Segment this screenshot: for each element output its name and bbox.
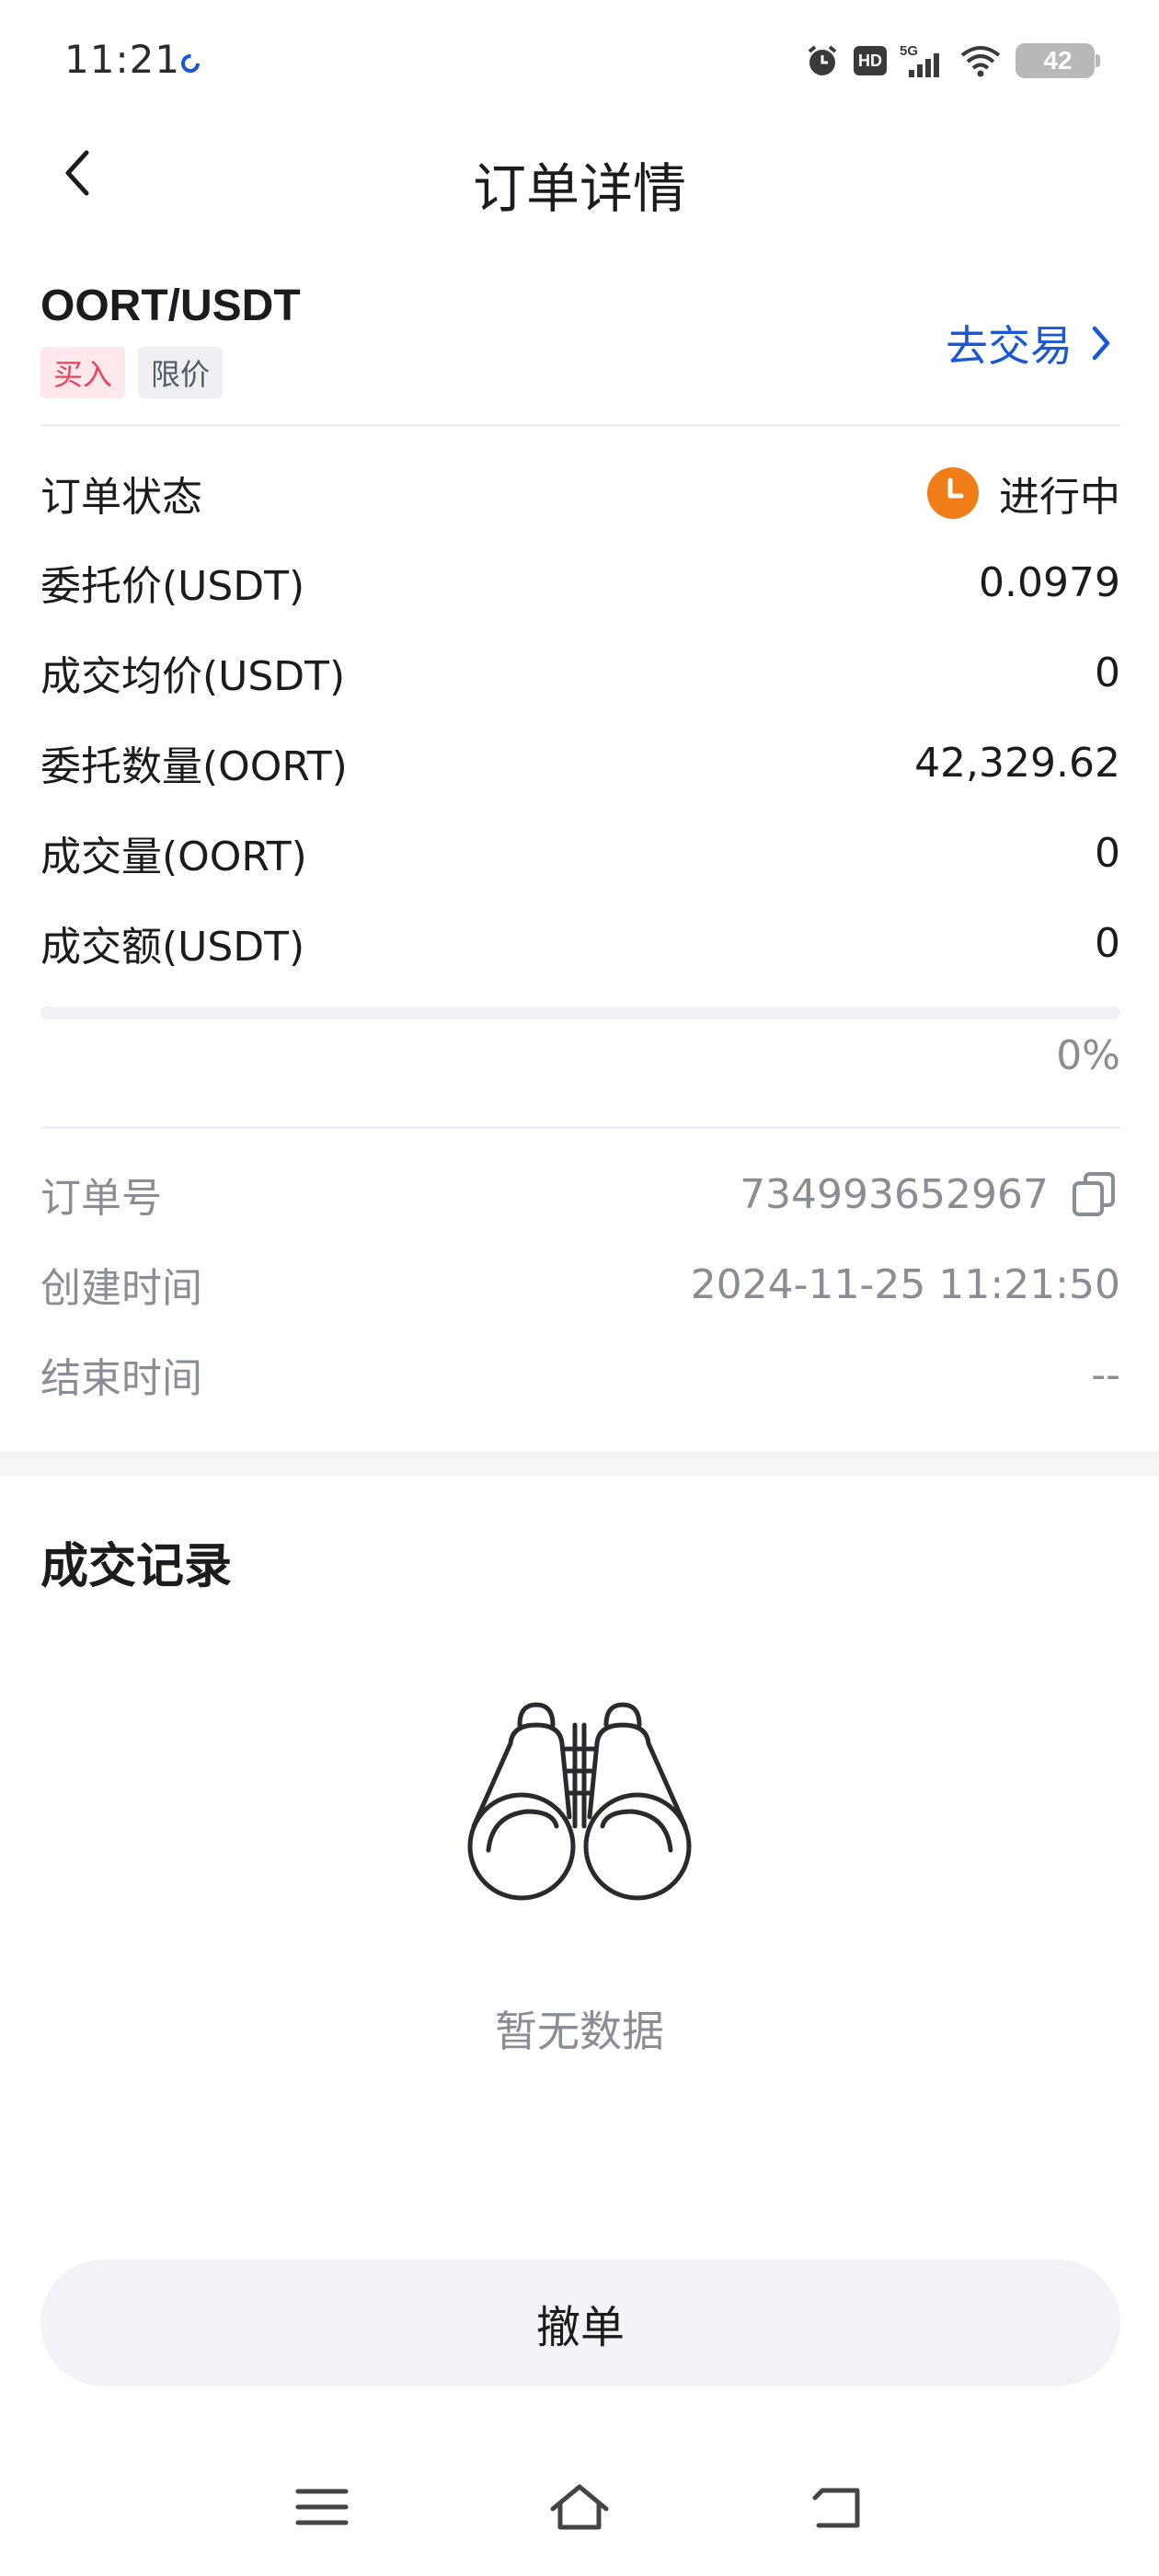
- alarm-icon: [808, 45, 837, 75]
- row-value: 42,329.62: [914, 739, 1120, 787]
- return-icon: [812, 2488, 860, 2528]
- row-value: 0: [1095, 649, 1120, 696]
- row-end-time: 结束时间 --: [40, 1342, 1120, 1407]
- menu-icon: [295, 2489, 349, 2525]
- row-label: 委托数量(OORT): [40, 743, 348, 790]
- binoculars-icon: [467, 1702, 692, 1901]
- row-label: 成交均价(USDT): [40, 653, 346, 700]
- battery-icon: 42: [1016, 43, 1100, 78]
- side-tag: 买入: [40, 347, 126, 398]
- row-value: 0: [1095, 919, 1120, 967]
- row-value: 0.0979: [979, 558, 1120, 606]
- copy-icon: [1073, 1172, 1115, 1216]
- status-icons: HD 5G 42: [804, 40, 1100, 81]
- row-label: 结束时间: [40, 1355, 202, 1402]
- wifi-icon: [960, 46, 1001, 77]
- fill-progress-bar: [40, 1006, 1120, 1019]
- chevron-right-icon: [1092, 326, 1110, 361]
- home-icon: [550, 2484, 609, 2530]
- row-order-price: 委托价(USDT) 0.0979: [40, 550, 1120, 615]
- row-label: 创建时间: [40, 1265, 202, 1312]
- row-label: 成交额(USDT): [40, 924, 305, 971]
- fill-progress-text: 0%: [1056, 1032, 1120, 1079]
- go-trade-label: 去交易: [946, 321, 1073, 371]
- divider: [40, 424, 1120, 427]
- trade-records-title: 成交记录: [40, 1539, 233, 1594]
- menu-button[interactable]: [285, 2475, 359, 2539]
- nav-bar: 订单详情: [0, 120, 1159, 230]
- empty-state-text: 暂无数据: [495, 2007, 664, 2056]
- home-button[interactable]: [543, 2475, 616, 2539]
- app-notification-icon: [181, 54, 200, 73]
- go-trade-link[interactable]: 去交易: [946, 313, 1113, 374]
- back-nav-button[interactable]: [800, 2475, 874, 2539]
- row-create-time: 创建时间 2024-11-25 11:21:50: [40, 1252, 1120, 1317]
- svg-text:5G: 5G: [900, 43, 918, 59]
- row-order-amount: 委托数量(OORT) 42,329.62: [40, 730, 1120, 795]
- copy-button[interactable]: [1069, 1168, 1120, 1220]
- row-value: 0: [1095, 829, 1120, 877]
- page-title: 订单详情: [472, 157, 686, 220]
- row-value: 2024-11-25 11:21:50: [690, 1260, 1120, 1308]
- row-avg-price: 成交均价(USDT) 0: [40, 640, 1120, 705]
- hd-icon: HD: [854, 46, 887, 75]
- row-label: 成交量(OORT): [40, 834, 307, 880]
- row-value: --: [1091, 1351, 1120, 1398]
- signal-5g-icon: 5G: [900, 43, 939, 77]
- type-tag: 限价: [138, 347, 224, 398]
- row-value: 734993652967: [740, 1168, 1120, 1220]
- status-bar: 11:21 HD 5G 42: [0, 0, 1159, 120]
- clock-icon: [927, 467, 979, 519]
- row-label: 委托价(USDT): [40, 563, 305, 610]
- row-filled-total: 成交额(USDT) 0: [40, 911, 1120, 975]
- pair-name: OORT/USDT: [40, 282, 301, 330]
- system-navigation-bar: [0, 2438, 1159, 2576]
- row-label: 订单状态: [40, 474, 202, 521]
- row-filled-amount: 成交量(OORT) 0: [40, 821, 1120, 885]
- order-tags: 买入 限价: [40, 347, 224, 398]
- row-order-status: 订单状态 进行中: [40, 461, 1120, 525]
- row-label: 订单号: [40, 1175, 162, 1222]
- cancel-order-button[interactable]: 撤单: [40, 2260, 1120, 2386]
- row-value: 进行中: [927, 464, 1120, 523]
- row-order-id: 订单号 734993652967: [40, 1162, 1120, 1226]
- status-time: 11:21: [64, 37, 181, 82]
- order-id-value: 734993652967: [740, 1170, 1049, 1218]
- order-status-value: 进行中: [999, 474, 1120, 521]
- section-separator: [0, 1452, 1159, 1476]
- divider: [40, 1126, 1120, 1129]
